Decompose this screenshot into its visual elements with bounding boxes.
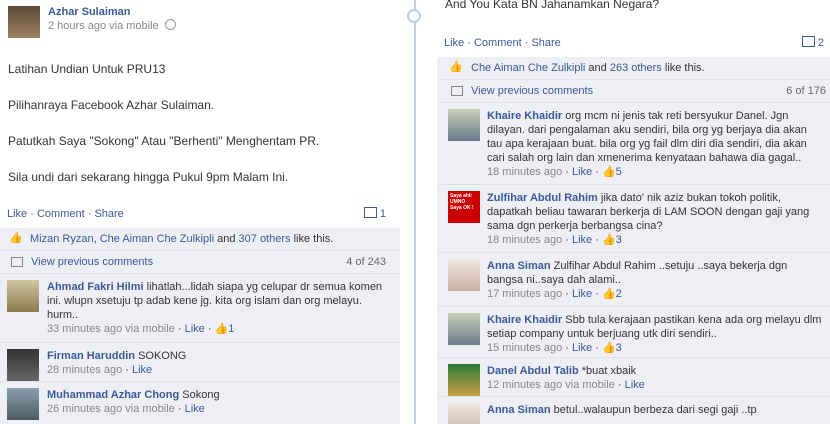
comment: Ahmad Fakri Hilmi lihatlah...lidah siapa… (0, 274, 400, 343)
likes-row: 👍 Che Aiman Che Zulkipli and 263 others … (437, 57, 830, 80)
avatar[interactable] (7, 349, 39, 381)
post-actions: Like · Comment · Share 2 (437, 32, 830, 54)
avatar[interactable] (7, 388, 39, 420)
comment-text: betul..walaupun berbeza dari segi gaji .… (553, 404, 757, 416)
comment-bubble-icon (801, 36, 815, 47)
comment: Danel Abdul Talib *buat xbaik 12 minutes… (437, 358, 830, 397)
comment: Muhammad Azhar Chong Sokong 26 minutes a… (0, 382, 400, 424)
comment: Khaire Khaidir Sbb tula kerajaan pastika… (437, 307, 830, 358)
left-post: Azhar Sulaiman 2 hours ago via mobile La… (0, 0, 400, 424)
comment: Anna Siman betul..walaupun berbeza dari … (437, 397, 830, 424)
post-actions: Like · Comment · Share 1 (0, 203, 400, 225)
view-previous-comments[interactable]: View previous comments (31, 251, 153, 273)
others-link[interactable]: 263 others (610, 62, 662, 74)
view-previous-comments[interactable]: View previous comments (471, 80, 593, 102)
view-previous-row: View previous comments 6 of 176 (437, 80, 830, 103)
comment: Firman Haruddin SOKONG 28 minutes ago · … (0, 343, 400, 382)
post-line: Patutkah Saya "Sokong" Atau "Berhenti" M… (8, 134, 320, 148)
timeline-spine (400, 0, 437, 424)
avatar[interactable] (448, 259, 480, 291)
commenter-name[interactable]: Anna Siman (487, 404, 551, 416)
comment-text: *buat xbaik (581, 365, 637, 377)
view-previous-row: View previous comments 4 of 243 (0, 251, 400, 274)
commenter-name[interactable]: Ahmad Fakri Hilmi (47, 281, 144, 293)
avatar[interactable] (7, 280, 39, 312)
author-name[interactable]: Azhar Sulaiman (48, 6, 131, 18)
liker-link[interactable]: Che Aiman Che Zulkipli (471, 62, 585, 74)
avatar[interactable] (448, 313, 480, 345)
like-link[interactable]: Like (7, 208, 27, 220)
comment-time: 12 minutes ago via mobile (487, 379, 615, 391)
thumbs-up-icon: 👍 (9, 232, 23, 244)
like-link[interactable]: Like (625, 379, 645, 391)
right-post: And You Kata BN Jahanamkan Negara? Like … (437, 0, 830, 424)
comment-time: 28 minutes ago (47, 364, 123, 376)
share-link[interactable]: Share (94, 208, 123, 220)
commenter-name[interactable]: Muhammad Azhar Chong (47, 389, 179, 401)
post-line: Latihan Undian Untuk PRU13 (8, 62, 166, 76)
comment: Saya ahli UMNO Saya OK ! Zulfihar Abdul … (437, 185, 830, 253)
comment-count[interactable]: 2 (801, 32, 824, 54)
commenter-name[interactable]: Khaire Khaidir (487, 314, 562, 326)
comment: Anna Siman Zulfihar Abdul Rahim ..setuju… (437, 253, 830, 307)
like-link[interactable]: Like (132, 364, 152, 376)
comment-time: 17 minutes ago (487, 288, 563, 300)
comment-text: SOKONG (138, 350, 187, 362)
comment-pager: 6 of 176 (786, 85, 826, 97)
liker-link[interactable]: Mizan Ryzan (30, 233, 94, 245)
comment-time: 15 minutes ago (487, 342, 563, 354)
others-link[interactable]: 307 others (239, 233, 291, 245)
comment-time: 18 minutes ago (487, 234, 563, 246)
avatar[interactable] (448, 403, 480, 424)
like-link[interactable]: Like (572, 342, 592, 354)
likes-row: 👍 Mizan Ryzan, Che Aiman Che Zulkipli an… (0, 228, 400, 251)
comment: Khaire Khaidir org mcm ni jenis tak reti… (437, 103, 830, 185)
post-line: Pilihanraya Facebook Azhar Sulaiman. (8, 98, 215, 112)
like-link[interactable]: Like (572, 166, 592, 178)
post-line: Sila undi dari sekarang hingga Pukul 9pm… (8, 170, 289, 184)
timeline-line (414, 0, 416, 424)
post-text: And You Kata BN Jahanamkan Negara? (445, 0, 660, 11)
post-meta: 2 hours ago via mobile (48, 20, 159, 32)
comment-pager: 4 of 243 (346, 256, 386, 268)
like-count[interactable]: 👍1 (215, 323, 235, 335)
comment-time: 26 minutes ago via mobile (47, 403, 175, 415)
like-link[interactable]: Like (572, 234, 592, 246)
comment-link[interactable]: Comment (37, 208, 85, 220)
comment-text: Sokong (182, 389, 220, 401)
commenter-name[interactable]: Zulfihar Abdul Rahim (487, 192, 598, 204)
comment-time: 18 minutes ago (487, 166, 563, 178)
timeline-marker (407, 9, 421, 23)
avatar[interactable] (448, 364, 480, 396)
like-count[interactable]: 👍3 (602, 342, 622, 354)
like-link[interactable]: Like (572, 288, 592, 300)
like-link[interactable]: Like (444, 37, 464, 49)
avatar[interactable] (448, 109, 480, 141)
comment-count[interactable]: 1 (363, 203, 386, 225)
comment-time: 33 minutes ago via mobile (47, 323, 175, 335)
commenter-name[interactable]: Danel Abdul Talib (487, 365, 579, 377)
comments-icon (451, 86, 463, 96)
commenter-name[interactable]: Anna Siman (487, 260, 551, 272)
share-link[interactable]: Share (531, 37, 560, 49)
comment-link[interactable]: Comment (474, 37, 522, 49)
globe-icon (164, 19, 176, 30)
comments-icon (11, 257, 23, 267)
like-count[interactable]: 👍3 (602, 234, 622, 246)
like-link[interactable]: Like (185, 323, 205, 335)
liker-link[interactable]: Che Aiman Che Zulkipli (100, 233, 214, 245)
commenter-name[interactable]: Firman Haruddin (47, 350, 135, 362)
thumbs-up-icon: 👍 (449, 61, 463, 73)
like-link[interactable]: Like (185, 403, 205, 415)
avatar[interactable] (8, 6, 40, 38)
like-count[interactable]: 👍2 (602, 288, 622, 300)
commenter-name[interactable]: Khaire Khaidir (487, 110, 562, 122)
comment-bubble-icon (363, 207, 377, 218)
like-count[interactable]: 👍5 (602, 166, 622, 178)
avatar[interactable]: Saya ahli UMNO Saya OK ! (448, 191, 480, 223)
